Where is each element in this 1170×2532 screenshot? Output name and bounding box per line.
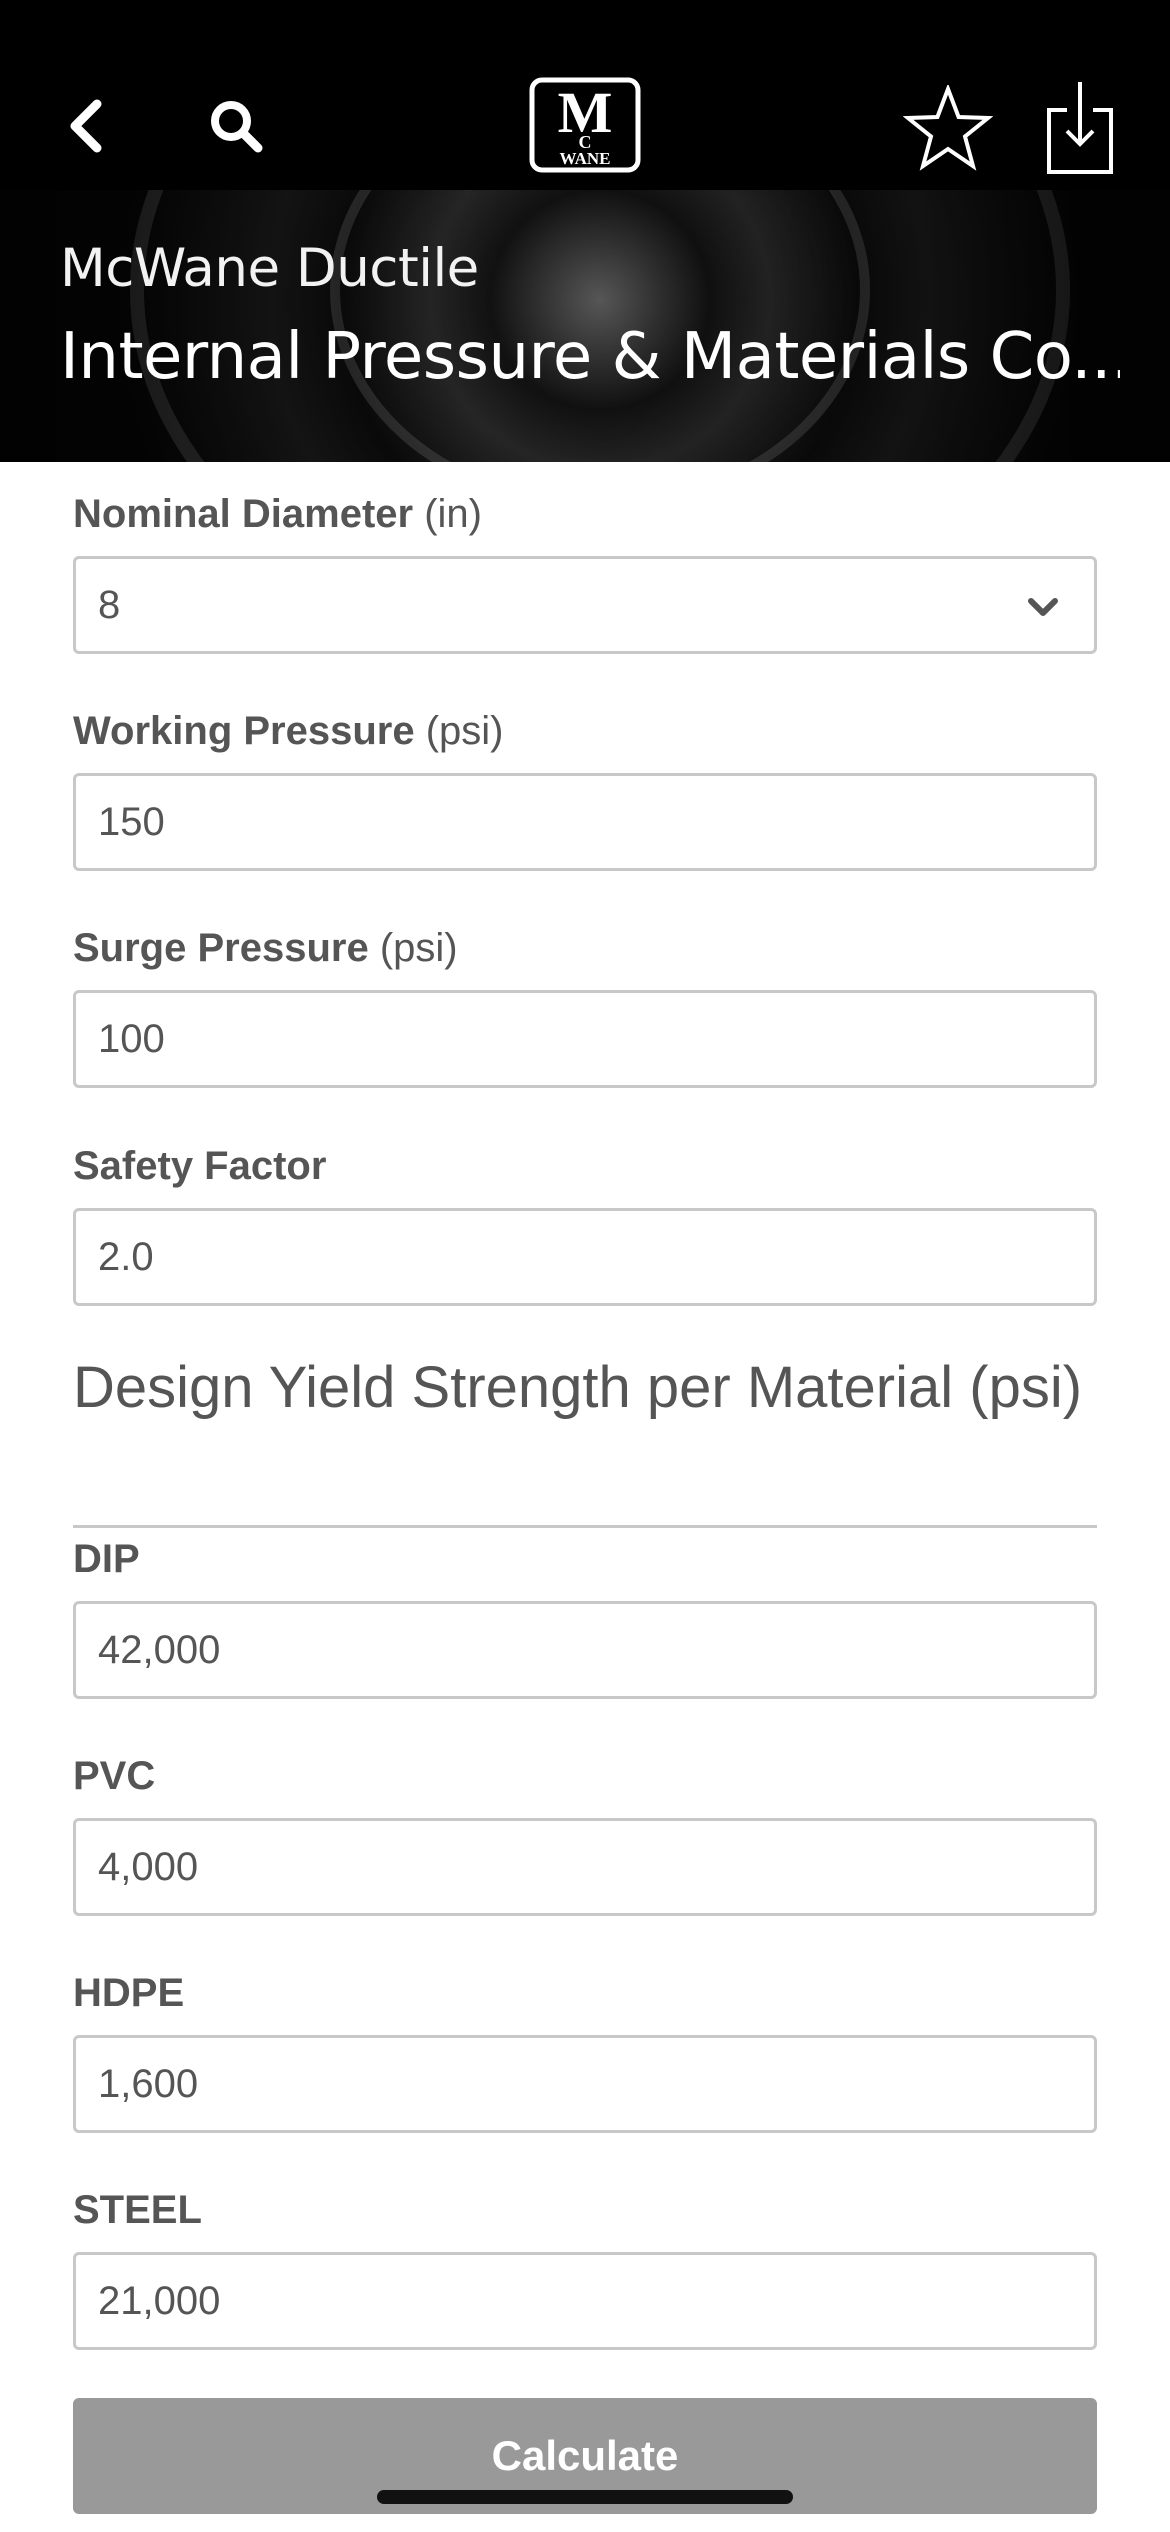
material-hdpe-field: HDPE 1,600	[73, 1969, 1097, 2133]
surge-pressure-input[interactable]: 100	[73, 990, 1097, 1088]
surge-pressure-label: Surge Pressure (psi)	[73, 926, 458, 970]
chevron-left-icon	[70, 99, 102, 153]
home-indicator[interactable]	[377, 2490, 793, 2504]
safety-factor-label: Safety Factor	[73, 1144, 327, 1188]
working-pressure-field: Working Pressure (psi) 150	[73, 707, 1097, 871]
material-steel-label: STEEL	[73, 2188, 202, 2232]
download-button[interactable]	[1040, 78, 1120, 178]
safety-factor-input[interactable]: 2.0	[73, 1208, 1097, 1306]
mcwane-logo-icon: M C WANE	[529, 77, 641, 173]
search-icon	[211, 101, 263, 153]
nominal-diameter-value: 8	[98, 582, 121, 627]
chevron-down-icon	[1028, 598, 1058, 616]
material-dip-label: DIP	[73, 1537, 140, 1581]
nominal-diameter-label: Nominal Diameter (in)	[73, 492, 482, 536]
search-button[interactable]	[200, 90, 272, 162]
nominal-diameter-select[interactable]: 8	[73, 556, 1097, 654]
material-pvc-label: PVC	[73, 1754, 156, 1798]
safety-factor-field: Safety Factor 2.0	[73, 1142, 1097, 1306]
material-dip-input[interactable]: 42,000	[73, 1601, 1097, 1699]
material-hdpe-label: HDPE	[73, 1971, 185, 2015]
download-icon	[1047, 82, 1113, 174]
logo-wordmark: WANE	[559, 149, 610, 168]
back-button[interactable]	[55, 90, 115, 162]
section-divider	[73, 1525, 1097, 1528]
working-pressure-input[interactable]: 150	[73, 773, 1097, 871]
section-title-yield-strength: Design Yield Strength per Material (psi)	[73, 1355, 1083, 1420]
top-nav-bar: M C WANE	[0, 0, 1170, 190]
mcwane-logo[interactable]: M C WANE	[528, 76, 642, 174]
material-dip-field: DIP 42,000	[73, 1535, 1097, 1699]
hero-banner: McWane Ductile Internal Pressure & Mater…	[0, 190, 1170, 462]
surge-pressure-field: Surge Pressure (psi) 100	[73, 924, 1097, 1088]
app-subtitle: McWane Ductile	[60, 238, 479, 299]
page-title: Internal Pressure & Materials Co...	[60, 320, 1120, 394]
material-steel-input[interactable]: 21,000	[73, 2252, 1097, 2350]
material-steel-field: STEEL 21,000	[73, 2186, 1097, 2350]
working-pressure-label: Working Pressure (psi)	[73, 709, 504, 753]
material-pvc-input[interactable]: 4,000	[73, 1818, 1097, 1916]
material-hdpe-input[interactable]: 1,600	[73, 2035, 1097, 2133]
favorite-button[interactable]	[900, 80, 996, 176]
star-outline-icon	[903, 85, 993, 171]
nominal-diameter-field: Nominal Diameter (in) 8	[73, 490, 1097, 654]
material-pvc-field: PVC 4,000	[73, 1752, 1097, 1916]
